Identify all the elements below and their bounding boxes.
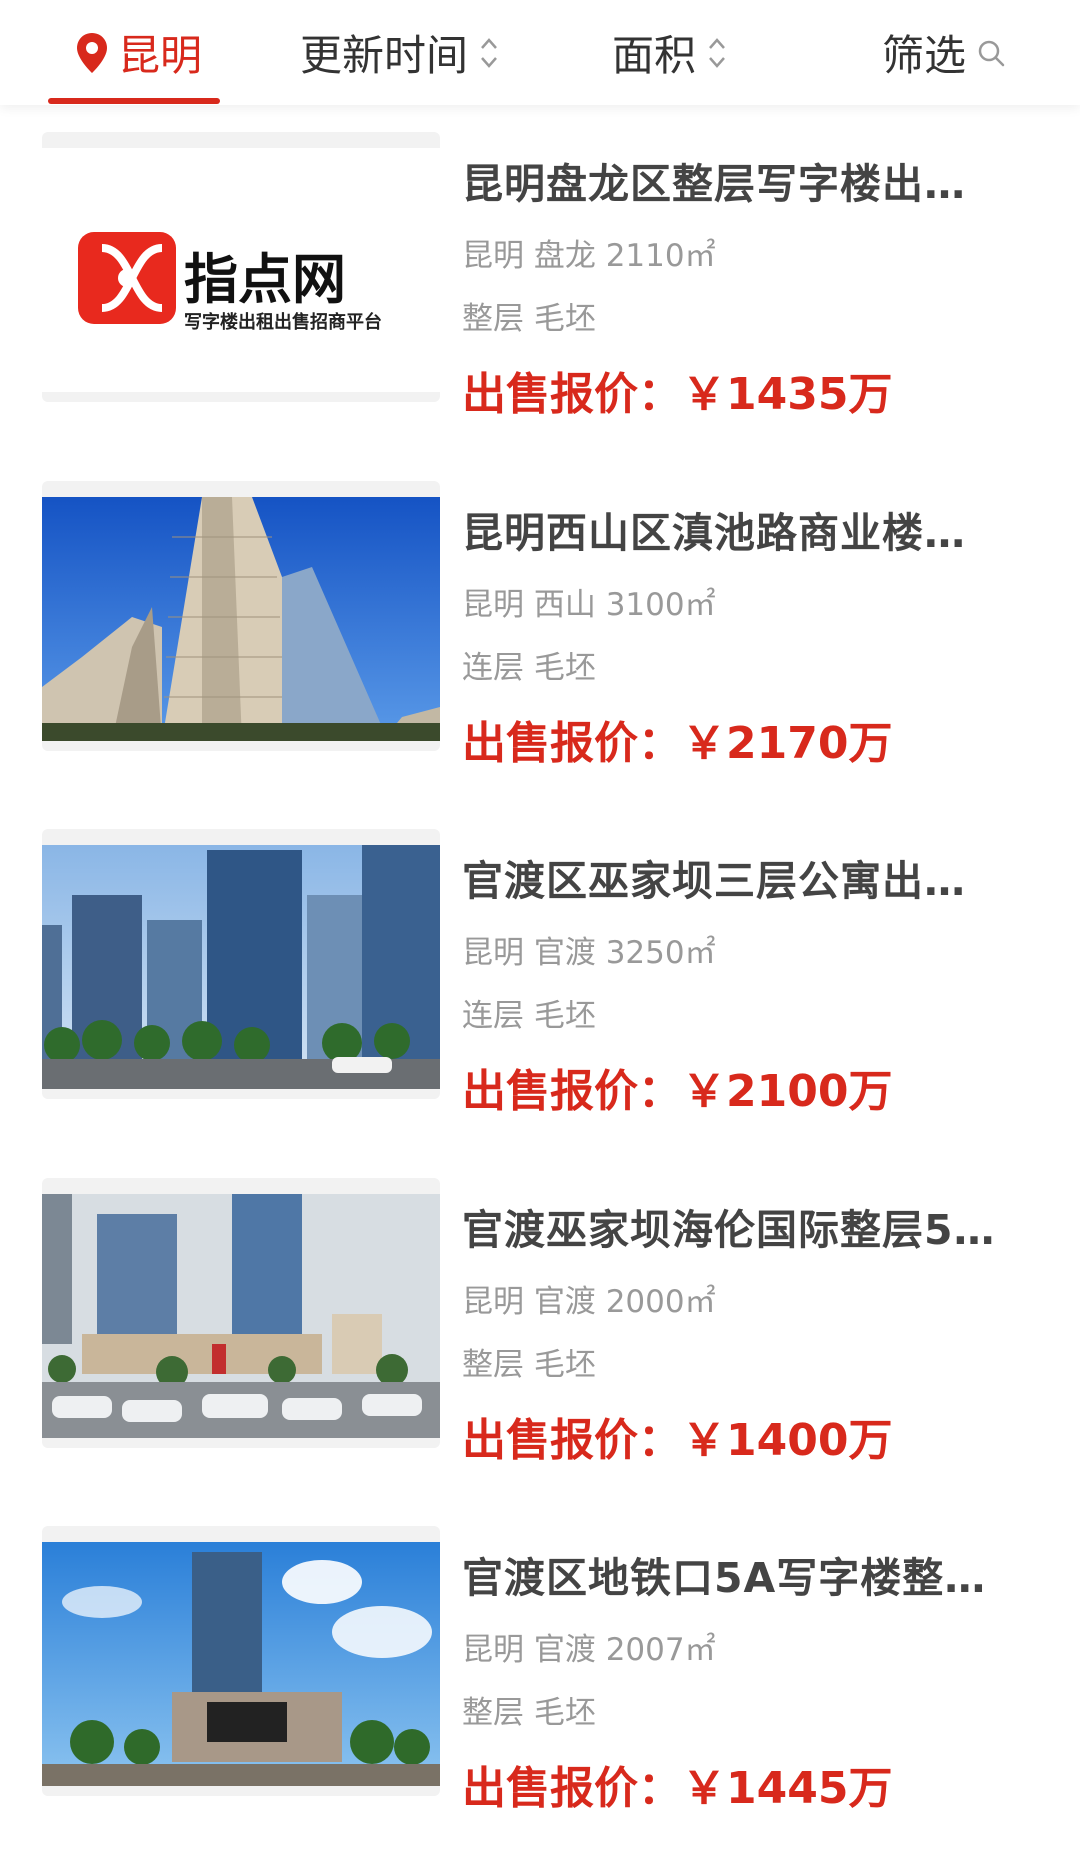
listing-tags: 连层 毛坯: [462, 998, 596, 1034]
city-selector[interactable]: 昆明: [74, 0, 202, 105]
filter-button[interactable]: 筛选: [882, 0, 1006, 105]
listing-card[interactable]: 昆明西山区滇池路商业楼… 昆明 西山 3100㎡ 连层 毛坯 出售报价：￥217…: [0, 481, 1080, 769]
listing-thumbnail: 指点网 写字楼出租出售招商平台: [42, 132, 440, 402]
building-photo: [42, 1194, 440, 1438]
listing-price: 出售报价：￥1435万: [462, 369, 893, 420]
listing-info: 官渡巫家坝海伦国际整层5… 昆明 官渡 2000㎡ 整层 毛坯 出售报价：￥14…: [462, 1178, 1052, 1466]
listing-title[interactable]: 昆明西山区滇池路商业楼…: [462, 499, 1022, 559]
listing-card[interactable]: 官渡巫家坝海伦国际整层5… 昆明 官渡 2000㎡ 整层 毛坯 出售报价：￥14…: [0, 1178, 1080, 1466]
listing-meta: 昆明 官渡 2000㎡: [462, 1284, 716, 1320]
sort-area[interactable]: 面积: [612, 0, 728, 105]
filter-bar: 昆明 更新时间 面积 筛选: [0, 0, 1080, 105]
sort-arrows-icon: [481, 37, 497, 68]
listing-info: 官渡区地铁口5A写字楼整… 昆明 官渡 2007㎡ 整层 毛坯 出售报价：￥14…: [462, 1526, 1052, 1814]
listing-meta: 昆明 西山 3100㎡: [462, 587, 716, 623]
location-pin-icon: [77, 32, 107, 73]
listing-price: 出售报价：￥2170万: [462, 718, 893, 769]
listing-title[interactable]: 官渡区地铁口5A写字楼整…: [462, 1544, 1022, 1604]
listing-meta: 昆明 官渡 2007㎡: [462, 1632, 716, 1668]
listing-thumbnail: [42, 829, 440, 1099]
listing-info: 官渡区巫家坝三层公寓出… 昆明 官渡 3250㎡ 连层 毛坯 出售报价：￥210…: [462, 829, 1052, 1117]
listing-tags: 整层 毛坯: [462, 301, 596, 337]
listing-meta: 昆明 官渡 3250㎡: [462, 935, 716, 971]
listing-meta: 昆明 盘龙 2110㎡: [462, 238, 716, 274]
listing-card[interactable]: 指点网 写字楼出租出售招商平台 昆明盘龙区整层写字楼出… 昆明 盘龙 2110㎡…: [0, 132, 1080, 420]
listing-price: 出售报价：￥1445万: [462, 1763, 893, 1814]
building-photo: [42, 845, 440, 1089]
listing-card[interactable]: 官渡区巫家坝三层公寓出… 昆明 官渡 3250㎡ 连层 毛坯 出售报价：￥210…: [0, 829, 1080, 1117]
active-tab-underline: [48, 98, 220, 104]
listing-tags: 连层 毛坯: [462, 650, 596, 686]
listing-thumbnail: [42, 1178, 440, 1448]
listing-price: 出售报价：￥2100万: [462, 1066, 893, 1117]
search-icon: [978, 40, 1005, 66]
sort-update-time-label: 更新时间: [300, 31, 469, 80]
filter-label: 筛选: [882, 31, 967, 80]
sort-arrows-icon: [709, 37, 725, 68]
listing-title[interactable]: 官渡巫家坝海伦国际整层5…: [462, 1196, 1022, 1256]
listing-info: 昆明西山区滇池路商业楼… 昆明 西山 3100㎡ 连层 毛坯 出售报价：￥217…: [462, 481, 1052, 769]
logo-tagline: 写字楼出租出售招商平台: [184, 311, 382, 333]
building-photo: [42, 1542, 440, 1786]
listing-title[interactable]: 昆明盘龙区整层写字楼出…: [462, 150, 1022, 210]
city-label: 昆明: [118, 31, 203, 80]
listing-thumbnail: [42, 1526, 440, 1796]
sort-area-label: 面积: [612, 31, 697, 80]
zhidian-logo: 指点网 写字楼出租出售招商平台: [78, 232, 382, 333]
listing-info: 昆明盘龙区整层写字楼出… 昆明 盘龙 2110㎡ 整层 毛坯 出售报价：￥143…: [462, 132, 1052, 420]
sort-update-time[interactable]: 更新时间: [300, 0, 500, 105]
listing-card[interactable]: 官渡区地铁口5A写字楼整… 昆明 官渡 2007㎡ 整层 毛坯 出售报价：￥14…: [0, 1526, 1080, 1814]
listing-title[interactable]: 官渡区巫家坝三层公寓出…: [462, 847, 1022, 907]
logo-brand: 指点网: [184, 248, 346, 311]
listing-tags: 整层 毛坯: [462, 1347, 596, 1383]
listing-tags: 整层 毛坯: [462, 1695, 596, 1731]
listing-thumbnail: [42, 481, 440, 751]
listing-price: 出售报价：￥1400万: [462, 1415, 893, 1466]
building-photo: [42, 497, 440, 741]
